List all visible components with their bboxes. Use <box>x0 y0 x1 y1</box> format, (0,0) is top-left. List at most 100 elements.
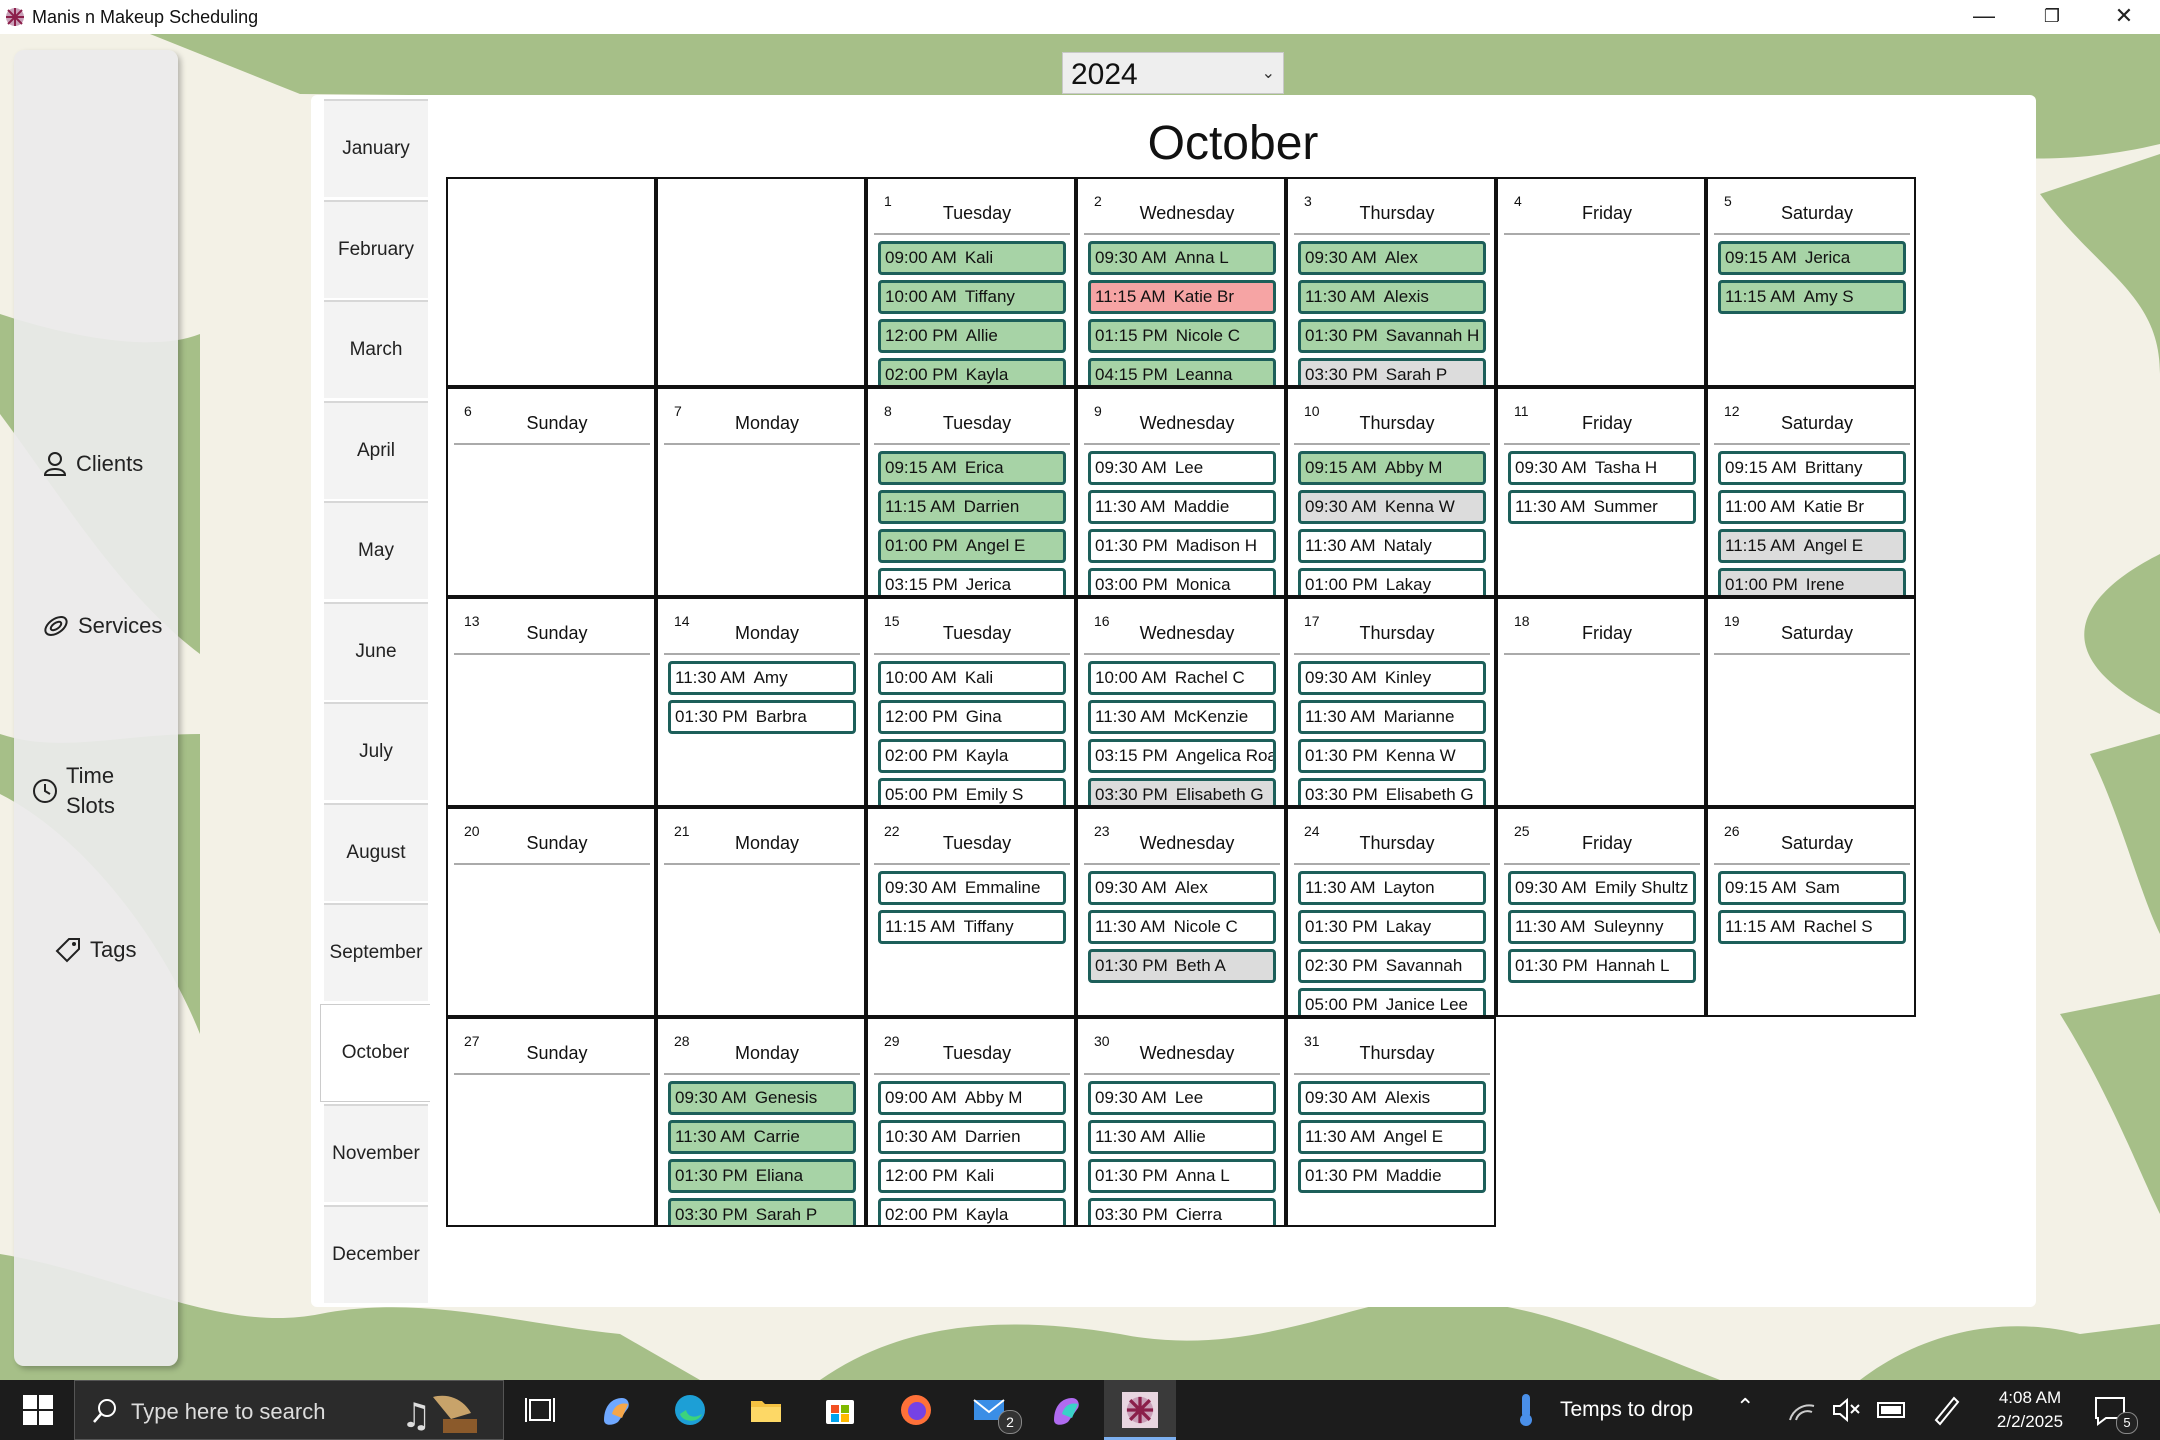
appointment-chip[interactable]: 02:00 PM Kayla <box>878 358 1066 385</box>
appointment-chip[interactable]: 01:00 PM Irene <box>1718 568 1906 595</box>
year-select[interactable]: 2024 ⌄ <box>1062 52 1284 94</box>
appointment-chip[interactable]: 11:30 AM Carrie <box>668 1120 856 1154</box>
month-tab-december[interactable]: December <box>324 1204 428 1303</box>
appointment-chip[interactable]: 12:00 PM Allie <box>878 319 1066 353</box>
speaker-muted-icon[interactable] <box>1828 1392 1864 1428</box>
taskbar-search-box[interactable]: Type here to search ♫ <box>74 1380 504 1440</box>
appointment-chip[interactable]: 11:30 AM McKenzie <box>1088 700 1276 734</box>
m365-icon[interactable] <box>1048 1392 1084 1428</box>
appointment-chip[interactable]: 01:30 PM Lakay <box>1298 910 1486 944</box>
sidebar-item-clients[interactable]: Clients <box>14 444 178 484</box>
weather-text[interactable]: Temps to drop <box>1560 1398 1693 1422</box>
appointment-chip[interactable]: 01:30 PM Eliana <box>668 1159 856 1193</box>
sidebar-item-tags[interactable]: Tags <box>14 930 178 970</box>
appointment-chip[interactable]: 09:30 AM Alex <box>1088 871 1276 905</box>
month-tab-february[interactable]: February <box>324 199 428 298</box>
appointment-chip[interactable]: 02:00 PM Kayla <box>878 739 1066 773</box>
appointment-chip[interactable]: 05:00 PM Emily S <box>878 778 1066 805</box>
appointment-chip[interactable]: 11:15 AM Darrien <box>878 490 1066 524</box>
appointment-chip[interactable]: 02:30 PM Savannah <box>1298 949 1486 983</box>
appointment-chip[interactable]: 09:30 AM Tasha H <box>1508 451 1696 485</box>
appointment-chip[interactable]: 09:00 AM Kali <box>878 241 1066 275</box>
appointment-chip[interactable]: 11:30 AM Suleynny <box>1508 910 1696 944</box>
appointment-chip[interactable]: 09:15 AM Erica <box>878 451 1066 485</box>
appointment-chip[interactable]: 11:15 AM Tiffany <box>878 910 1066 944</box>
appointment-chip[interactable]: 01:30 PM Maddie <box>1298 1159 1486 1193</box>
appointment-chip[interactable]: 09:30 AM Kinley <box>1298 661 1486 695</box>
appointment-chip[interactable]: 03:15 PM Angelica Road <box>1088 739 1276 773</box>
appointment-chip[interactable]: 02:00 PM Kayla <box>878 1198 1066 1225</box>
appointment-chip[interactable]: 09:30 AM Lee <box>1088 451 1276 485</box>
appointment-chip[interactable]: 03:30 PM Cierra <box>1088 1198 1276 1225</box>
appointment-chip[interactable]: 05:00 PM Janice Lee <box>1298 988 1486 1015</box>
appointment-chip[interactable]: 01:30 PM Anna L <box>1088 1159 1276 1193</box>
appointment-chip[interactable]: 09:30 AM Anna L <box>1088 241 1276 275</box>
appointment-chip[interactable]: 11:00 AM Katie Br <box>1718 490 1906 524</box>
appointment-chip[interactable]: 09:15 AM Brittany <box>1718 451 1906 485</box>
close-button[interactable]: ✕ <box>2090 0 2158 34</box>
appointment-chip[interactable]: 10:00 AM Kali <box>878 661 1066 695</box>
month-tab-august[interactable]: August <box>324 802 428 901</box>
appointment-chip[interactable]: 11:30 AM Maddie <box>1088 490 1276 524</box>
restore-button[interactable]: ❐ <box>2018 0 2086 34</box>
appointment-chip[interactable]: 09:15 AM Sam <box>1718 871 1906 905</box>
appointment-chip[interactable]: 03:30 PM Sarah P <box>668 1198 856 1225</box>
month-tab-may[interactable]: May <box>324 501 428 599</box>
appointment-chip[interactable]: 10:00 AM Rachel C <box>1088 661 1276 695</box>
appointment-chip[interactable]: 01:30 PM Beth A <box>1088 949 1276 983</box>
appointment-chip[interactable]: 01:30 PM Hannah L <box>1508 949 1696 983</box>
appointment-chip[interactable]: 12:00 PM Gina <box>878 700 1066 734</box>
appointment-chip[interactable]: 03:30 PM Sarah P <box>1298 358 1486 385</box>
edge-browser-icon[interactable] <box>672 1392 708 1428</box>
appointment-chip[interactable]: 01:30 PM Madison H <box>1088 529 1276 563</box>
appointment-chip[interactable]: 09:30 AM Alexis <box>1298 1081 1486 1115</box>
appointment-chip[interactable]: 11:15 AM Angel E <box>1718 529 1906 563</box>
appointment-chip[interactable]: 09:15 AM Jerica <box>1718 241 1906 275</box>
appointment-chip[interactable]: 11:15 AM Amy S <box>1718 280 1906 314</box>
appointment-chip[interactable]: 11:30 AM Layton <box>1298 871 1486 905</box>
appointment-chip[interactable]: 12:00 PM Kali <box>878 1159 1066 1193</box>
firefox-icon[interactable] <box>898 1392 934 1428</box>
task-view-icon[interactable] <box>522 1392 558 1428</box>
appointment-chip[interactable]: 10:30 AM Darrien <box>878 1120 1066 1154</box>
minimize-button[interactable]: — <box>1950 0 2018 34</box>
sidebar-item-time-slots[interactable]: Time Slots <box>14 756 178 826</box>
appointment-chip[interactable]: 01:30 PM Kenna W <box>1298 739 1486 773</box>
month-tab-october[interactable]: October <box>320 1003 430 1102</box>
appointment-chip[interactable]: 11:30 AM Nicole C <box>1088 910 1276 944</box>
appointment-chip[interactable]: 01:30 PM Savannah H <box>1298 319 1486 353</box>
appointment-chip[interactable]: 11:30 AM Summer <box>1508 490 1696 524</box>
appointment-chip[interactable]: 04:15 PM Leanna <box>1088 358 1276 385</box>
month-tab-september[interactable]: September <box>324 903 428 1001</box>
month-tab-july[interactable]: July <box>324 702 428 800</box>
appointment-chip[interactable]: 01:00 PM Angel E <box>878 529 1066 563</box>
month-tab-april[interactable]: April <box>324 400 428 499</box>
appointment-chip[interactable]: 11:30 AM Allie <box>1088 1120 1276 1154</box>
month-tab-march[interactable]: March <box>324 300 428 398</box>
appointment-chip[interactable]: 11:30 AM Angel E <box>1298 1120 1486 1154</box>
appointment-chip[interactable]: 01:00 PM Lakay <box>1298 568 1486 595</box>
appointment-chip[interactable]: 03:30 PM Elisabeth G <box>1298 778 1486 805</box>
file-explorer-icon[interactable] <box>748 1392 784 1428</box>
sidebar-item-services[interactable]: Services <box>14 606 178 646</box>
appointment-chip[interactable]: 11:30 AM Alexis <box>1298 280 1486 314</box>
appointment-chip[interactable]: 09:30 AM Emily Shultz <box>1508 871 1696 905</box>
appointment-chip[interactable]: 09:00 AM Abby M <box>878 1081 1066 1115</box>
clock[interactable]: 4:08 AM 2/2/2025 <box>1990 1386 2070 1434</box>
month-tab-january[interactable]: January <box>324 99 428 197</box>
appointment-chip[interactable]: 10:00 AM Tiffany <box>878 280 1066 314</box>
month-tab-june[interactable]: June <box>324 601 428 700</box>
appointment-chip[interactable]: 09:30 AM Genesis <box>668 1081 856 1115</box>
appointment-chip[interactable]: 03:15 PM Jerica <box>878 568 1066 595</box>
chevron-up-icon[interactable]: ⌃ <box>1736 1394 1754 1420</box>
appointment-chip[interactable]: 01:15 PM Nicole C <box>1088 319 1276 353</box>
appointment-chip[interactable]: 11:30 AM Amy <box>668 661 856 695</box>
windows-start-icon[interactable] <box>20 1392 56 1428</box>
appointment-chip[interactable]: 11:15 AM Rachel S <box>1718 910 1906 944</box>
appointment-chip[interactable]: 09:15 AM Abby M <box>1298 451 1486 485</box>
appointment-chip[interactable]: 11:15 AM Katie Br <box>1088 280 1276 314</box>
appointment-chip[interactable]: 09:30 AM Emmaline <box>878 871 1066 905</box>
appointment-chip[interactable]: 09:30 AM Lee <box>1088 1081 1276 1115</box>
copilot-icon[interactable] <box>598 1392 634 1428</box>
appointment-chip[interactable]: 01:30 PM Barbra <box>668 700 856 734</box>
